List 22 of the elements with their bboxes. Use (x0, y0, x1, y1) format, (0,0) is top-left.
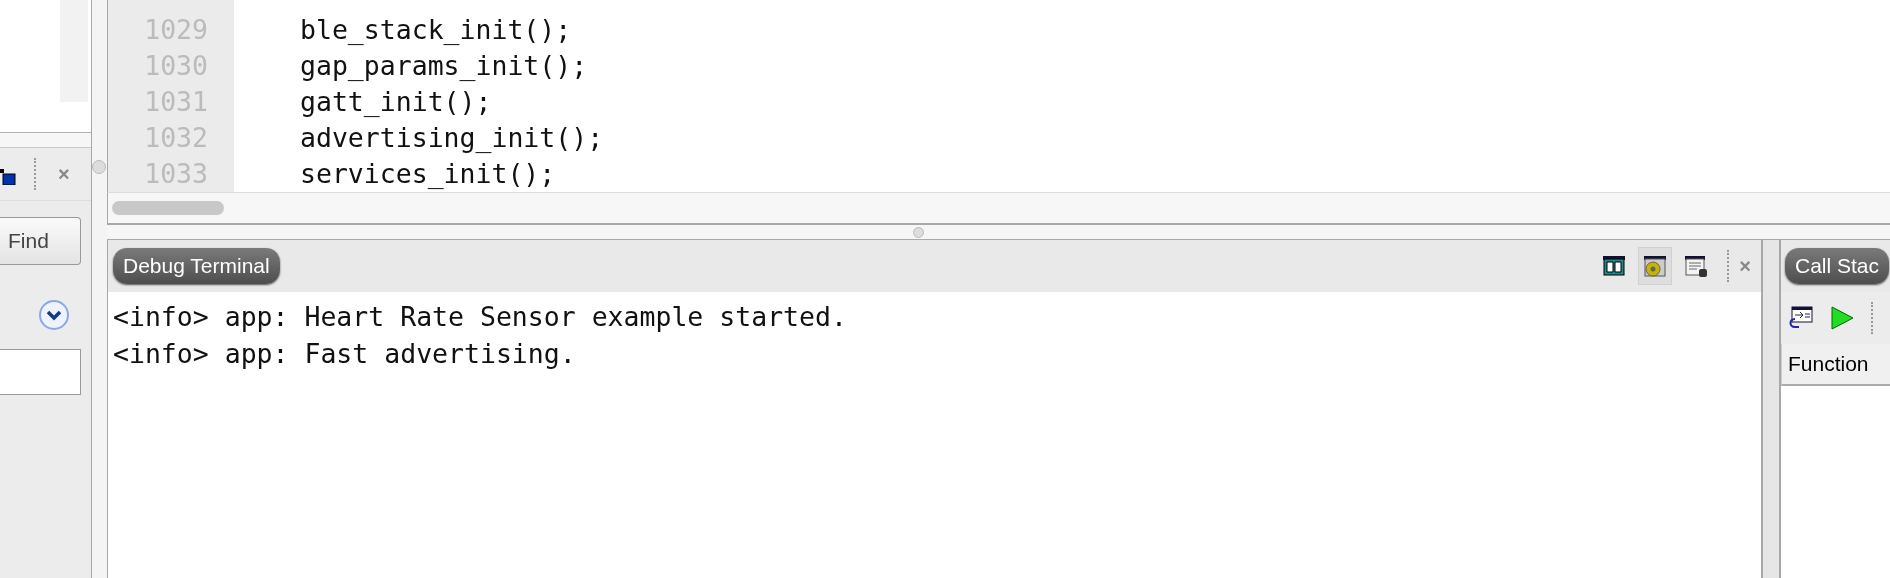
terminal-line: <info> app: Fast advertising. (112, 337, 577, 371)
toolbar-button[interactable] (1638, 247, 1673, 285)
code-line: services_init(); (300, 157, 556, 189)
code-line: gatt_init(); (300, 85, 492, 117)
panel-tab[interactable]: Debug Terminal (113, 248, 280, 284)
column-header[interactable]: Function (1781, 344, 1890, 386)
code-line: gap_params_init(); (300, 49, 588, 81)
chevron-down-icon[interactable] (38, 299, 70, 331)
gear-icon (1643, 254, 1668, 278)
code-line: ble_stack_init(); (300, 13, 572, 45)
panel-tab[interactable]: Call Stac (1785, 248, 1890, 284)
play-icon[interactable] (1829, 305, 1855, 331)
splitter-handle[interactable] (913, 226, 924, 238)
search-field[interactable] (0, 349, 81, 395)
scrollbar-thumb[interactable] (112, 201, 224, 215)
code-line: advertising_init(); (300, 121, 604, 153)
step-icon[interactable] (1787, 305, 1813, 331)
list-icon (1684, 254, 1709, 278)
find-button[interactable]: Find (0, 217, 81, 265)
terminal-line: <info> app: Heart Rate Sensor example started. (112, 300, 848, 334)
splitter-handle[interactable] (92, 160, 106, 174)
book-icon (1602, 254, 1627, 278)
